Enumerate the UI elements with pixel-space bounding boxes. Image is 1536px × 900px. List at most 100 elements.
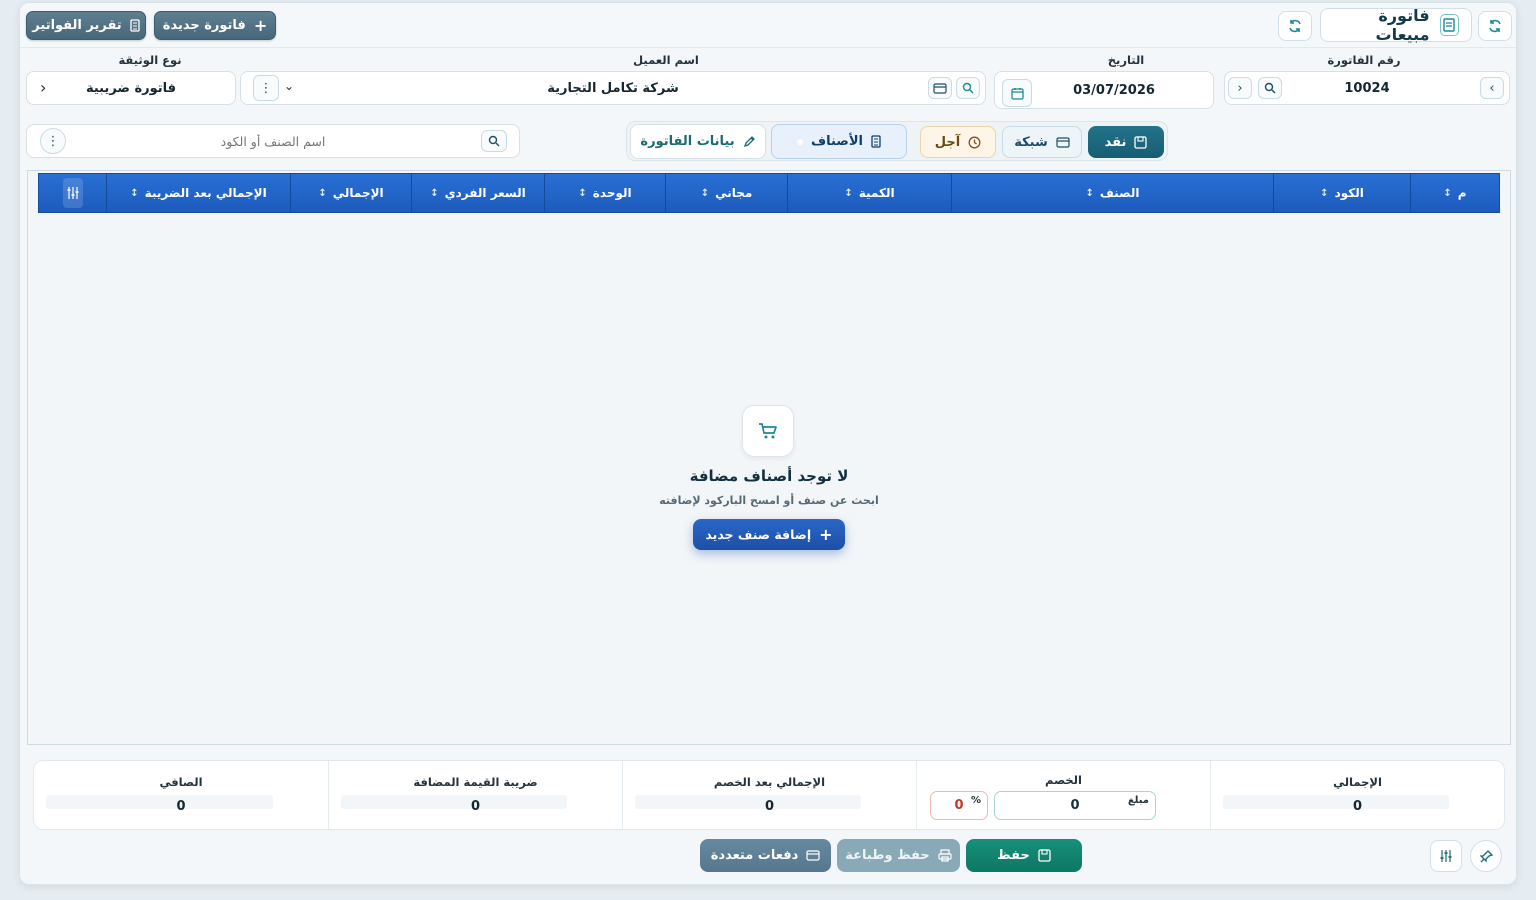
invoice-data-tab[interactable]: بيانات الفاتورة <box>630 124 766 159</box>
sort-icon: ↕ <box>430 187 439 199</box>
col-unit[interactable]: الوحدة ↕ <box>544 174 665 212</box>
net-cell: الصافي 0 <box>34 761 328 829</box>
new-invoice-button[interactable]: + فاتورة جديدة <box>154 11 276 40</box>
empty-state-title: لا توجد أصناف مضافة <box>689 467 849 485</box>
col-settings[interactable] <box>39 174 106 212</box>
col-code[interactable]: الكود ↕ <box>1273 174 1410 212</box>
card-icon <box>1056 136 1070 148</box>
payment-network-tab[interactable]: شبكة <box>1002 126 1082 158</box>
date-label: التاريخ <box>1107 53 1145 67</box>
payment-deferred-tab[interactable]: آجل <box>920 126 996 158</box>
totals-panel: الإجمالي 0 الخصم مبلغ 0 % 0 الإجمالي بعد… <box>33 760 1505 830</box>
next-invoice-button[interactable]: › <box>1480 77 1504 99</box>
invoice-report-button[interactable]: تقرير الفواتير <box>26 11 146 40</box>
col-unit-price[interactable]: السعر الفردي ↕ <box>411 174 544 212</box>
grid-header: م ↕ الكود ↕ الصنف ↕ الكمية ↕ مجاني ↕ الوحدة ↕ … <box>38 173 1500 213</box>
multiple-payments-button[interactable]: دفعات متعددة <box>700 839 831 872</box>
pin-icon <box>1479 849 1493 863</box>
col-total-after-tax[interactable]: الإجمالي بعد الضريبة ↕ <box>106 174 290 212</box>
doc-type-label: نوع الوثيقة <box>118 53 182 67</box>
customer-select[interactable]: شركة تكامل التجارية <box>240 71 986 105</box>
items-grid: م ↕ الكود ↕ الصنف ↕ الكمية ↕ مجاني ↕ الوحدة ↕ … <box>27 170 1511 745</box>
customer-label: اسم العميل <box>633 53 699 67</box>
refresh-button[interactable] <box>1478 11 1512 41</box>
doc-type-value: فاتورة ضريبية <box>85 80 177 96</box>
add-item-button[interactable]: + إضافة صنف جديد <box>693 519 845 550</box>
sort-icon: ↕ <box>1320 187 1329 199</box>
clock-icon <box>968 136 981 148</box>
save-icon <box>1134 135 1148 149</box>
discount-amount-value: 0 <box>1070 798 1080 813</box>
chevron-down-icon[interactable]: ⌄ <box>284 79 294 93</box>
settings-sliders-button[interactable] <box>1430 840 1462 872</box>
discount-percent-field[interactable]: % 0 <box>930 791 988 820</box>
invoice-number-label: رقم الفاتورة <box>1327 53 1401 67</box>
sort-icon: ↕ <box>844 187 853 199</box>
customer-more-button[interactable]: ⋮ <box>253 75 279 101</box>
sort-icon: ↕ <box>1443 187 1452 199</box>
save-button[interactable]: حفظ <box>966 839 1082 872</box>
sort-icon: ↕ <box>700 187 710 199</box>
vat-cell: ضريبة القيمة المضافة 0 <box>328 761 622 829</box>
item-search-more-button[interactable]: ⋮ <box>40 128 66 154</box>
chevron-left-icon[interactable]: ‹ <box>40 78 46 97</box>
total-cell: الإجمالي 0 <box>1210 761 1504 829</box>
search-icon <box>962 82 974 94</box>
invoice-number-value: 10024 <box>1344 80 1390 96</box>
item-search-button[interactable] <box>481 130 507 152</box>
net-value: 0 <box>176 799 186 814</box>
empty-cart-badge <box>742 405 794 457</box>
invoice-search-button[interactable] <box>1258 77 1282 99</box>
top-bar: فاتورة مبيعات + فاتورة جديدة تقرير الفوا… <box>20 3 1516 48</box>
save-print-button[interactable]: حفظ وطباعة <box>837 839 960 872</box>
calendar-button[interactable] <box>1002 79 1032 107</box>
after-discount-cell: الإجمالي بعد الخصم 0 <box>622 761 916 829</box>
pencil-icon <box>743 136 755 148</box>
col-quantity[interactable]: الكمية ↕ <box>787 174 951 212</box>
item-search-input[interactable] <box>83 133 463 149</box>
chevron-left-icon: ‹ <box>1237 80 1243 96</box>
sales-invoice-window: فاتورة مبيعات + فاتورة جديدة تقرير الفوا… <box>19 2 1517 885</box>
search-icon <box>488 135 500 147</box>
col-total[interactable]: الإجمالي ↕ <box>290 174 411 212</box>
column-settings-icon <box>62 178 83 208</box>
prev-invoice-button[interactable]: ‹ <box>1228 77 1252 99</box>
plus-icon: + <box>819 525 833 544</box>
calendar-icon <box>1010 87 1024 100</box>
customer-value: شركة تكامل التجارية <box>547 80 679 96</box>
reload-button[interactable] <box>1278 11 1312 41</box>
refresh-icon <box>1489 19 1501 33</box>
col-free[interactable]: مجاني ↕ <box>665 174 787 212</box>
sort-icon: ↕ <box>318 187 327 199</box>
search-icon <box>1264 82 1276 94</box>
discount-label: الخصم <box>1045 773 1082 787</box>
discount-amount-label: مبلغ <box>1127 795 1149 806</box>
customer-search-button[interactable] <box>956 77 980 99</box>
items-tab[interactable]: الأصناف <box>771 124 907 159</box>
discount-amount-field[interactable]: مبلغ 0 <box>994 791 1156 820</box>
cart-icon <box>759 423 777 439</box>
col-index[interactable]: م ↕ <box>1410 174 1499 212</box>
chevron-right-icon: › <box>1489 80 1495 96</box>
invoice-icon <box>1439 14 1459 36</box>
page-title-box: فاتورة مبيعات <box>1320 6 1472 44</box>
pin-button[interactable] <box>1470 840 1502 872</box>
vat-value: 0 <box>470 799 481 814</box>
total-label: الإجمالي <box>1333 775 1382 789</box>
discount-percent-value: 0 <box>954 798 964 813</box>
vat-label: ضريبة القيمة المضافة <box>413 775 538 789</box>
doc-type-select[interactable]: فاتورة ضريبية <box>26 71 236 105</box>
more-vertical-icon: ⋮ <box>46 133 60 149</box>
sort-icon: ↕ <box>1085 187 1094 199</box>
sliders-icon <box>1440 850 1452 862</box>
payment-cash-tab[interactable]: نقد <box>1088 126 1164 158</box>
tab-indicator-dot <box>797 138 803 145</box>
items-list-icon <box>871 135 881 148</box>
printer-icon <box>938 849 952 862</box>
sort-icon: ↕ <box>130 187 139 199</box>
customer-card-button[interactable] <box>928 77 952 99</box>
col-item[interactable]: الصنف ↕ <box>951 174 1273 212</box>
report-icon <box>130 19 140 32</box>
discount-cell: الخصم مبلغ 0 % 0 <box>916 761 1210 829</box>
save-icon <box>1038 849 1051 862</box>
